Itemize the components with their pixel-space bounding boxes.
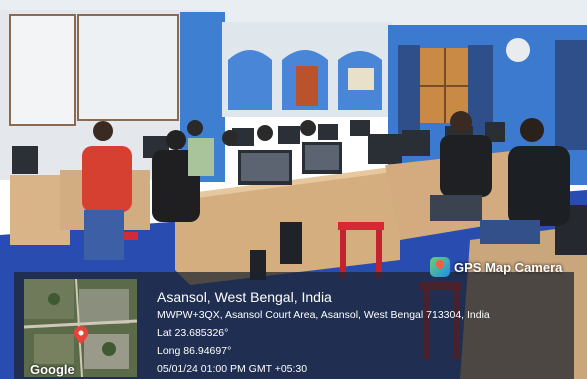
map-pin-icon	[74, 326, 88, 344]
latitude-text: Lat 23.685326°	[157, 327, 229, 339]
location-title: Asansol, West Bengal, India	[157, 289, 332, 305]
map-pin-icon	[430, 257, 450, 277]
timestamp-text: 05/01/24 01:00 PM GMT +05:30	[157, 363, 308, 375]
gps-map-camera-badge: GPS Map Camera	[430, 256, 562, 278]
address-text: MWPW+3QX, Asansol Court Area, Asansol, W…	[157, 309, 490, 321]
map-thumbnail: Google	[24, 279, 137, 377]
computer-lab-photo: Google GPS Map Camera Asansol, West Beng…	[0, 0, 587, 379]
app-name: GPS Map Camera	[454, 259, 563, 275]
longitude-text: Long 86.94697°	[157, 345, 232, 357]
google-logo: Google	[30, 362, 75, 377]
